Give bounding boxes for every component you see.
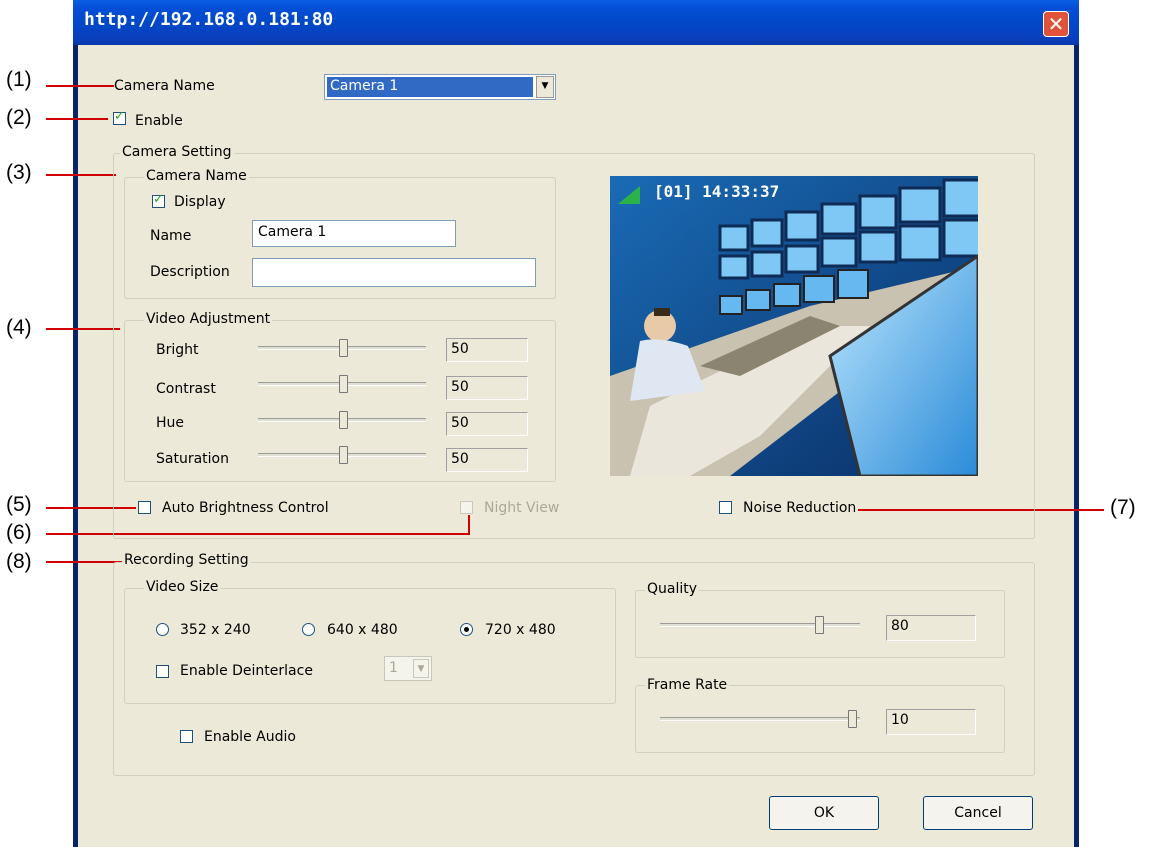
leader-line-4 (46, 328, 120, 330)
frame-rate-value: 10 (886, 709, 976, 735)
size-352x240-radio[interactable] (156, 623, 169, 636)
leader-line-1 (46, 85, 114, 87)
description-label: Description (150, 264, 230, 280)
bright-value: 50 (446, 338, 528, 362)
camera-name-group-legend: Camera Name (144, 168, 249, 184)
leader-line-3 (46, 174, 116, 176)
leader-line-2 (46, 118, 108, 120)
deinterlace-dropdown[interactable]: 1 ▼ (384, 656, 432, 681)
camera-name-selected: Camera 1 (327, 77, 533, 97)
callout-3: (3) (6, 161, 32, 184)
auto-brightness-label: Auto Brightness Control (162, 500, 329, 516)
close-icon[interactable]: ✕ (1043, 11, 1069, 37)
auto-brightness-checkbox[interactable] (138, 501, 151, 514)
enable-checkbox[interactable] (113, 109, 126, 125)
size-720x480-radio[interactable] (460, 623, 473, 636)
contrast-label: Contrast (156, 381, 216, 397)
callout-5: (5) (6, 493, 32, 516)
contrast-value: 50 (446, 376, 528, 400)
video-size-group (124, 588, 616, 704)
frame-rate-legend: Frame Rate (645, 677, 730, 693)
noise-reduction-label: Noise Reduction (743, 500, 857, 516)
quality-legend: Quality (645, 581, 700, 597)
saturation-slider-thumb[interactable] (339, 446, 348, 464)
size-640x480-radio[interactable] (302, 623, 315, 636)
quality-value: 80 (886, 615, 976, 641)
size-720x480-label: 720 x 480 (485, 622, 556, 638)
enable-audio-label: Enable Audio (204, 729, 296, 745)
size-640x480-label: 640 x 480 (327, 622, 398, 638)
size-352x240-label: 352 x 240 (180, 622, 251, 638)
display-checkbox[interactable] (152, 192, 165, 208)
callout-8: (8) (6, 550, 32, 573)
preview-timestamp-overlay: [01] 14:33:37 (654, 182, 780, 201)
enable-label: Enable (135, 113, 183, 129)
callout-7: (7) (1110, 496, 1136, 519)
enable-deinterlace-checkbox[interactable] (156, 665, 169, 678)
chevron-down-icon[interactable]: ▼ (413, 659, 429, 678)
window-title: http://192.168.0.181:80 (84, 9, 334, 30)
frame-rate-slider-thumb[interactable] (848, 710, 857, 728)
recording-setting-legend: Recording Setting (122, 552, 251, 568)
bright-label: Bright (156, 342, 199, 358)
hue-slider-thumb[interactable] (339, 411, 348, 429)
saturation-label: Saturation (156, 451, 229, 467)
callout-2: (2) (6, 106, 32, 129)
description-input[interactable] (252, 258, 536, 287)
camera-setting-legend: Camera Setting (120, 144, 234, 160)
hue-label: Hue (156, 415, 185, 431)
noise-reduction-checkbox[interactable] (719, 501, 732, 514)
saturation-value: 50 (446, 448, 528, 472)
name-input[interactable]: Camera 1 (252, 220, 456, 247)
night-view-label: Night View (484, 500, 560, 516)
deinterlace-value: 1 (389, 660, 398, 676)
contrast-slider-thumb[interactable] (339, 375, 348, 393)
bright-slider-thumb[interactable] (339, 339, 348, 357)
enable-audio-checkbox[interactable] (180, 730, 193, 743)
camera-preview-image: [01] 14:33:37 (610, 176, 978, 476)
ok-button[interactable]: OK (769, 796, 879, 830)
video-adjustment-legend: Video Adjustment (144, 311, 273, 327)
camera-name-label: Camera Name (114, 78, 215, 94)
video-size-legend: Video Size (144, 579, 221, 595)
chevron-down-icon[interactable]: ▼ (536, 76, 554, 98)
hue-value: 50 (446, 412, 528, 436)
cancel-button[interactable]: Cancel (923, 796, 1033, 830)
name-label: Name (150, 228, 192, 244)
enable-deinterlace-label: Enable Deinterlace (180, 663, 313, 679)
quality-slider-thumb[interactable] (815, 616, 824, 634)
callout-6: (6) (6, 521, 32, 544)
frame-rate-slider-track[interactable] (660, 717, 860, 721)
display-label: Display (174, 194, 226, 210)
leader-line-8 (46, 561, 124, 563)
camera-name-dropdown[interactable]: Camera 1 ▼ (324, 74, 556, 100)
quality-slider-track[interactable] (660, 623, 860, 627)
callout-1: (1) (6, 68, 32, 91)
night-view-checkbox[interactable] (460, 501, 473, 514)
callout-4: (4) (6, 316, 32, 339)
